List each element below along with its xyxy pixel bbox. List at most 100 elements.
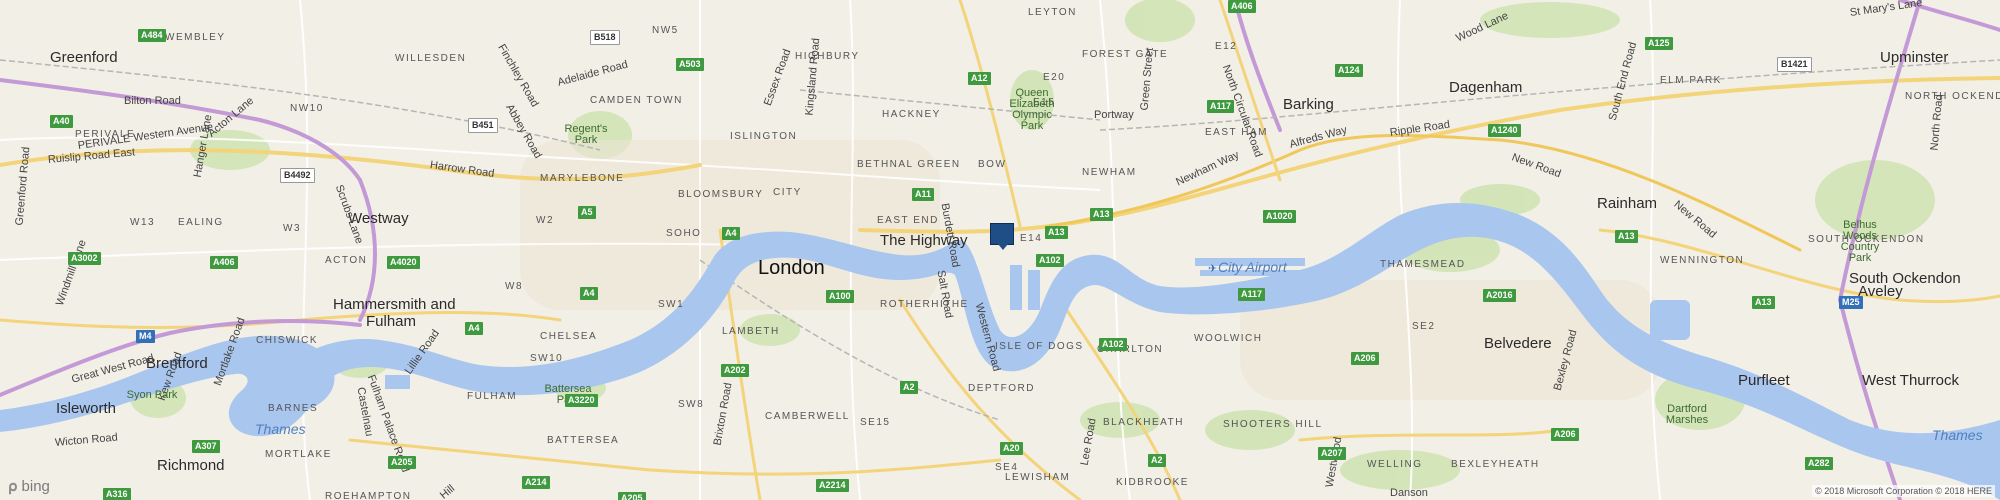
district-label-camdentown: CAMDEN TOWN: [590, 95, 683, 106]
district-label-lambeth: LAMBETH: [722, 326, 780, 337]
place-label-hammersmith1: Hammersmith and: [333, 296, 456, 313]
district-label-se4: SE4: [995, 462, 1019, 473]
road-shield-a124: A124: [1335, 64, 1363, 77]
district-label-battersea: BATTERSEA: [547, 435, 620, 446]
road-shield-a2: A2: [900, 381, 918, 394]
district-label-city: CITY: [773, 187, 802, 198]
water-label-thames1: Thames: [255, 421, 306, 437]
district-label-islington: ISLINGTON: [730, 131, 798, 142]
place-label-dagenham: Dagenham: [1449, 79, 1523, 96]
road-shield-a307: A307: [192, 440, 220, 453]
road-shield-a214: A214: [522, 476, 550, 489]
district-label-wennington: WENNINGTON: [1660, 255, 1745, 266]
district-label-woolwich: WOOLWICH: [1194, 333, 1263, 344]
road-shield-a117: A117: [1207, 100, 1235, 113]
road-label-danson: Danson: [1390, 487, 1428, 499]
district-label-leyton: LEYTON: [1028, 7, 1077, 18]
district-label-eastend: EAST END: [877, 215, 939, 226]
district-label-fulham: FULHAM: [467, 391, 518, 402]
place-label-westthurrock: West Thurrock: [1862, 372, 1959, 389]
district-label-sw10: SW10: [530, 353, 564, 364]
road-shield-a40: A40: [50, 115, 73, 128]
district-label-easteast: EAST HAM: [1205, 127, 1268, 138]
road-shield-a102: A102: [1036, 254, 1064, 267]
district-label-acton: ACTON: [325, 255, 368, 266]
park-label-belhus: Belhus Woods Country Park: [1840, 219, 1880, 264]
place-label-rainham: Rainham: [1597, 195, 1658, 212]
district-label-sw1: SW1: [658, 299, 685, 310]
location-pin[interactable]: [990, 223, 1014, 250]
place-label-greenford: Greenford: [50, 49, 118, 66]
road-label-bitonroad: Bilton Road: [124, 95, 181, 107]
road-shield-a202: A202: [721, 364, 749, 377]
airport-icon: ✈: [1208, 263, 1218, 275]
place-label-purfleet: Purfleet: [1738, 372, 1790, 389]
district-label-chiswick: CHISWICK: [256, 335, 318, 346]
road-shield-a205: A205: [618, 492, 646, 500]
district-label-welling: WELLING: [1367, 459, 1423, 470]
district-label-northockendon: NORTH OCKENDON: [1905, 91, 2000, 102]
place-label-belvedere: Belvedere: [1484, 335, 1552, 352]
map-canvas[interactable]: Greenford London Hammersmith and Fulham Bren…: [0, 0, 2000, 500]
road-shield-a4: A4: [465, 322, 483, 335]
road-shield-b518: B518: [590, 30, 620, 45]
district-label-e20: E20: [1043, 72, 1066, 83]
district-label-bloomsbury: BLOOMSBURY: [678, 189, 764, 200]
district-label-hackney: HACKNEY: [882, 109, 941, 120]
park-label-dartford: Dartford Marshes: [1665, 403, 1709, 426]
road-shield-a2: A2: [1148, 454, 1166, 467]
road-shield-a3220: A3220: [565, 394, 598, 407]
district-label-se2: SE2: [1412, 321, 1436, 332]
road-shield-m25: M25: [1839, 296, 1863, 309]
district-label-soho: SOHO: [666, 228, 702, 239]
park-label-queenelizabeth: Queen Elizabeth Olympic Park: [1009, 87, 1055, 132]
district-label-thamesmead: THAMESMEAD: [1380, 259, 1466, 270]
place-label-barking: Barking: [1283, 96, 1334, 113]
district-label-lewisham: LEWISHAM: [1005, 472, 1071, 483]
road-shield-b451: B451: [468, 118, 498, 133]
district-label-marylebone: MARYLEBONE: [540, 173, 625, 184]
district-label-w8: W8: [505, 281, 523, 292]
road-shield-a13: A13: [1752, 296, 1775, 309]
road-shield-a11: A11: [912, 188, 935, 201]
district-label-mortlake: MORTLAKE: [265, 449, 332, 460]
district-label-sw8: SW8: [678, 399, 705, 410]
bing-wordmark: bing: [21, 478, 50, 495]
road-shield-a2214: A2214: [816, 479, 849, 492]
district-label-chelsea: CHELSEA: [540, 331, 598, 342]
road-shield-a20: A20: [1000, 442, 1023, 455]
road-shield-a13: A13: [1045, 226, 1068, 239]
road-shield-a1020: A1020: [1263, 210, 1296, 223]
road-shield-a13: A13: [1615, 230, 1638, 243]
district-label-barnes: BARNES: [268, 403, 319, 414]
road-shield-a5: A5: [578, 206, 596, 219]
road-shield-a4020: A4020: [387, 256, 420, 269]
place-label-hammersmith2: Fulham: [366, 313, 417, 330]
road-shield-a206: A206: [1351, 352, 1379, 365]
district-label-bethnalgreen: BETHNAL GREEN: [857, 159, 961, 170]
place-label-richmond: Richmond: [157, 457, 225, 474]
district-label-bexleyheath: BEXLEYHEATH: [1451, 459, 1540, 470]
road-shield-a406: A406: [210, 256, 238, 269]
district-label-w2: W2: [536, 215, 554, 226]
district-label-nw10: NW10: [290, 103, 324, 114]
road-shield-a282: A282: [1805, 457, 1833, 470]
place-label-isleworth: Isleworth: [56, 400, 117, 417]
road-shield-a102: A102: [1099, 338, 1127, 351]
district-label-e12: E12: [1215, 41, 1238, 52]
road-shield-a206: A206: [1551, 428, 1579, 441]
district-label-se15: SE15: [860, 417, 891, 428]
district-label-bow: BOW: [978, 159, 1007, 170]
park-label-syonpark: Syon Park: [126, 389, 178, 401]
bing-logo[interactable]: ⍴ bing: [8, 477, 50, 495]
water-label-thames2: Thames: [1932, 427, 1983, 443]
district-label-roehampton: ROEHAMPTON: [325, 491, 412, 500]
district-label-willesden: WILLESDEN: [395, 53, 467, 64]
road-shield-m4: M4: [136, 330, 155, 343]
road-shield-a503: A503: [676, 58, 704, 71]
district-label-wembley: WEMBLEY: [165, 32, 226, 43]
road-shield-a4: A4: [580, 287, 598, 300]
district-label-camberwell: CAMBERWELL: [765, 411, 850, 422]
road-shield-b4492: B4492: [280, 168, 315, 183]
road-shield-a13: A13: [1090, 208, 1113, 221]
